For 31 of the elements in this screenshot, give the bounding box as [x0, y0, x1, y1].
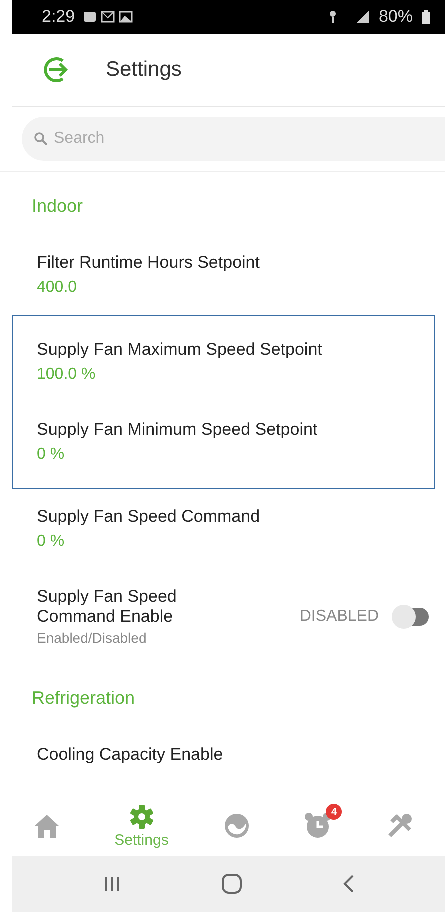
setting-label[interactable]: Supply Fan Speed Command [37, 507, 260, 527]
tools-icon [386, 812, 414, 840]
setting-value: 0 % [37, 446, 66, 464]
chart-circle-icon [222, 812, 251, 840]
setting-value: 100.0 % [37, 366, 97, 384]
section-header: Refrigeration [31, 687, 136, 710]
alarm-badge: 4 [326, 804, 342, 820]
setting-label[interactable]: Cooling Capacity Enable [37, 745, 224, 765]
setting-label[interactable]: Supply Fan Maximum Speed Setpoint [37, 340, 322, 360]
search-field[interactable]: Search [22, 117, 445, 161]
alarm-clock-icon [304, 812, 332, 840]
home-button-icon[interactable] [220, 873, 242, 895]
screen-title: Settings [106, 58, 182, 82]
setting-label: Supply Fan Speed Command Enable [37, 587, 178, 627]
setting-label[interactable]: Filter Runtime Hours Setpoint [37, 253, 260, 273]
status-time: 2:29 [42, 7, 76, 27]
gear-icon [128, 804, 155, 830]
setting-value: 0 % [37, 533, 66, 551]
home-icon [32, 812, 61, 840]
section-header: Indoor [31, 195, 84, 218]
setting-value: 400.0 [37, 279, 78, 297]
battery-icon [421, 10, 431, 24]
setting-label[interactable]: Supply Fan Minimum Speed Setpoint [37, 420, 318, 440]
toggle-state: DISABLED [300, 608, 379, 626]
battery-level: 80% [378, 7, 413, 27]
back-icon[interactable] [342, 874, 356, 894]
setting-hint: Enabled/Disabled [37, 630, 148, 646]
search-icon [34, 132, 48, 146]
nav-tab[interactable]: 4 [300, 802, 344, 840]
toggle-switch[interactable] [395, 608, 429, 626]
notification-icons [83, 10, 136, 24]
